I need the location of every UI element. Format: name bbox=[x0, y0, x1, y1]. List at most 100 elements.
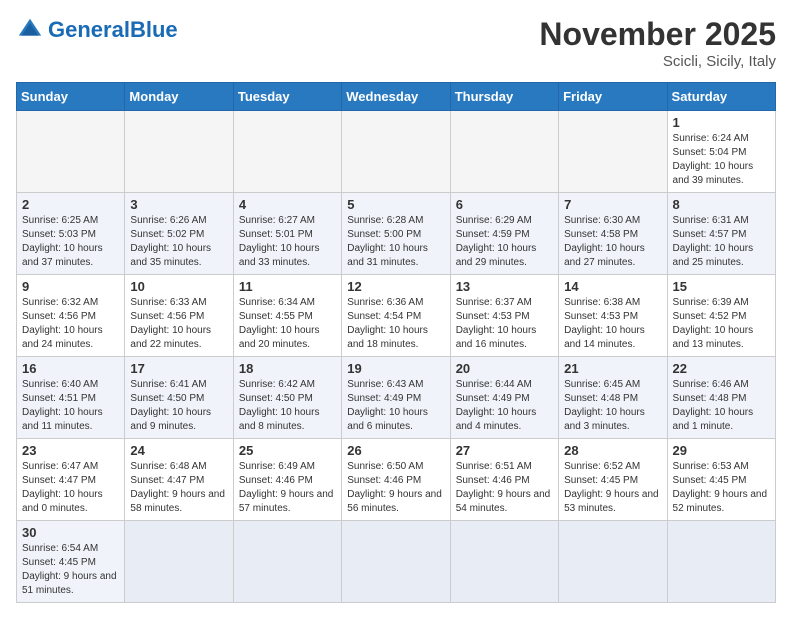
day-info: Sunrise: 6:33 AM Sunset: 4:56 PM Dayligh… bbox=[130, 296, 227, 352]
day-number: 23 bbox=[22, 443, 119, 458]
calendar-day-cell: 19Sunrise: 6:43 AM Sunset: 4:49 PM Dayli… bbox=[342, 357, 450, 439]
calendar-day-cell bbox=[342, 521, 450, 603]
day-number: 6 bbox=[456, 197, 553, 212]
logo-text: GeneralBlue bbox=[48, 19, 178, 41]
calendar-day-cell: 8 Sunrise: 6:31 AM Sunset: 4:57 PM Daylig… bbox=[667, 193, 775, 275]
calendar-week-row: 1 Sunrise: 6:24 AM Sunset: 5:04 PM Daylig… bbox=[17, 111, 776, 193]
day-info: Sunrise: 6:43 AM Sunset: 4:49 PM Dayligh… bbox=[347, 378, 444, 434]
day-info: Sunrise: 6:34 AM Sunset: 4:55 PM Dayligh… bbox=[239, 296, 336, 352]
calendar-day-cell: 12 Sunrise: 6:36 AM Sunset: 4:54 PM Dayli… bbox=[342, 275, 450, 357]
day-number: 15 bbox=[673, 279, 770, 294]
calendar-day-cell: 21Sunrise: 6:45 AM Sunset: 4:48 PM Dayli… bbox=[559, 357, 667, 439]
day-info: Sunrise: 6:53 AM Sunset: 4:45 PM Dayligh… bbox=[673, 460, 770, 516]
day-number: 13 bbox=[456, 279, 553, 294]
calendar-day-cell bbox=[233, 111, 341, 193]
day-number: 9 bbox=[22, 279, 119, 294]
calendar-day-cell bbox=[559, 111, 667, 193]
day-number: 8 bbox=[673, 197, 770, 212]
day-info: Sunrise: 6:37 AM Sunset: 4:53 PM Dayligh… bbox=[456, 296, 553, 352]
calendar-day-cell: 25Sunrise: 6:49 AM Sunset: 4:46 PM Dayli… bbox=[233, 439, 341, 521]
day-info: Sunrise: 6:26 AM Sunset: 5:02 PM Dayligh… bbox=[130, 214, 227, 270]
day-info: Sunrise: 6:31 AM Sunset: 4:57 PM Dayligh… bbox=[673, 214, 770, 270]
calendar-day-cell: 24Sunrise: 6:48 AM Sunset: 4:47 PM Dayli… bbox=[125, 439, 233, 521]
logo: GeneralBlue bbox=[16, 16, 178, 44]
calendar-week-row: 23Sunrise: 6:47 AM Sunset: 4:47 PM Dayli… bbox=[17, 439, 776, 521]
calendar-day-cell bbox=[450, 111, 558, 193]
day-number: 7 bbox=[564, 197, 661, 212]
day-info: Sunrise: 6:39 AM Sunset: 4:52 PM Dayligh… bbox=[673, 296, 770, 352]
day-info: Sunrise: 6:52 AM Sunset: 4:45 PM Dayligh… bbox=[564, 460, 661, 516]
day-number: 14 bbox=[564, 279, 661, 294]
calendar-day-cell: 28 Sunrise: 6:52 AM Sunset: 4:45 PM Dayli… bbox=[559, 439, 667, 521]
calendar-week-row: 9 Sunrise: 6:32 AM Sunset: 4:56 PM Daylig… bbox=[17, 275, 776, 357]
calendar-day-cell: 22 Sunrise: 6:46 AM Sunset: 4:48 PM Dayli… bbox=[667, 357, 775, 439]
day-info: Sunrise: 6:32 AM Sunset: 4:56 PM Dayligh… bbox=[22, 296, 119, 352]
day-info: Sunrise: 6:27 AM Sunset: 5:01 PM Dayligh… bbox=[239, 214, 336, 270]
day-number: 2 bbox=[22, 197, 119, 212]
calendar-day-cell bbox=[125, 111, 233, 193]
calendar-day-cell: 23Sunrise: 6:47 AM Sunset: 4:47 PM Dayli… bbox=[17, 439, 125, 521]
calendar-day-cell: 20 Sunrise: 6:44 AM Sunset: 4:49 PM Dayli… bbox=[450, 357, 558, 439]
day-info: Sunrise: 6:36 AM Sunset: 4:54 PM Dayligh… bbox=[347, 296, 444, 352]
calendar-day-cell bbox=[559, 521, 667, 603]
calendar-day-cell bbox=[342, 111, 450, 193]
day-number: 28 bbox=[564, 443, 661, 458]
day-info: Sunrise: 6:50 AM Sunset: 4:46 PM Dayligh… bbox=[347, 460, 444, 516]
calendar-day-cell: 26 Sunrise: 6:50 AM Sunset: 4:46 PM Dayli… bbox=[342, 439, 450, 521]
calendar-day-cell bbox=[667, 521, 775, 603]
day-info: Sunrise: 6:29 AM Sunset: 4:59 PM Dayligh… bbox=[456, 214, 553, 270]
day-number: 20 bbox=[456, 361, 553, 376]
calendar-week-row: 30Sunrise: 6:54 AM Sunset: 4:45 PM Dayli… bbox=[17, 521, 776, 603]
calendar-day-cell: 15 Sunrise: 6:39 AM Sunset: 4:52 PM Dayli… bbox=[667, 275, 775, 357]
logo-icon bbox=[16, 16, 44, 44]
calendar-day-cell: 18 Sunrise: 6:42 AM Sunset: 4:50 PM Dayli… bbox=[233, 357, 341, 439]
day-number: 30 bbox=[22, 525, 119, 540]
calendar-day-cell: 30Sunrise: 6:54 AM Sunset: 4:45 PM Dayli… bbox=[17, 521, 125, 603]
page-header: GeneralBlue November 2025 Scicli, Sicily… bbox=[16, 16, 776, 70]
calendar-day-cell: 9 Sunrise: 6:32 AM Sunset: 4:56 PM Daylig… bbox=[17, 275, 125, 357]
calendar-day-cell: 2 Sunrise: 6:25 AM Sunset: 5:03 PM Daylig… bbox=[17, 193, 125, 275]
calendar-day-cell: 14 Sunrise: 6:38 AM Sunset: 4:53 PM Dayli… bbox=[559, 275, 667, 357]
weekday-header: Sunday bbox=[17, 83, 125, 111]
day-info: Sunrise: 6:42 AM Sunset: 4:50 PM Dayligh… bbox=[239, 378, 336, 434]
day-number: 10 bbox=[130, 279, 227, 294]
calendar-day-cell: 3 Sunrise: 6:26 AM Sunset: 5:02 PM Daylig… bbox=[125, 193, 233, 275]
calendar-table: SundayMondayTuesdayWednesdayThursdayFrid… bbox=[16, 82, 776, 603]
day-number: 24 bbox=[130, 443, 227, 458]
day-number: 4 bbox=[239, 197, 336, 212]
day-info: Sunrise: 6:28 AM Sunset: 5:00 PM Dayligh… bbox=[347, 214, 444, 270]
day-number: 1 bbox=[673, 115, 770, 130]
day-info: Sunrise: 6:38 AM Sunset: 4:53 PM Dayligh… bbox=[564, 296, 661, 352]
day-info: Sunrise: 6:30 AM Sunset: 4:58 PM Dayligh… bbox=[564, 214, 661, 270]
day-number: 25 bbox=[239, 443, 336, 458]
day-number: 11 bbox=[239, 279, 336, 294]
day-number: 17 bbox=[130, 361, 227, 376]
day-number: 29 bbox=[673, 443, 770, 458]
calendar-day-cell: 6 Sunrise: 6:29 AM Sunset: 4:59 PM Daylig… bbox=[450, 193, 558, 275]
day-number: 27 bbox=[456, 443, 553, 458]
location: Scicli, Sicily, Italy bbox=[539, 53, 776, 70]
title-block: November 2025 Scicli, Sicily, Italy bbox=[539, 16, 776, 70]
day-info: Sunrise: 6:41 AM Sunset: 4:50 PM Dayligh… bbox=[130, 378, 227, 434]
day-number: 3 bbox=[130, 197, 227, 212]
day-number: 18 bbox=[239, 361, 336, 376]
calendar-day-cell bbox=[233, 521, 341, 603]
day-info: Sunrise: 6:46 AM Sunset: 4:48 PM Dayligh… bbox=[673, 378, 770, 434]
day-number: 12 bbox=[347, 279, 444, 294]
day-info: Sunrise: 6:24 AM Sunset: 5:04 PM Dayligh… bbox=[673, 132, 770, 188]
calendar-day-cell: 1 Sunrise: 6:24 AM Sunset: 5:04 PM Daylig… bbox=[667, 111, 775, 193]
day-number: 5 bbox=[347, 197, 444, 212]
day-info: Sunrise: 6:44 AM Sunset: 4:49 PM Dayligh… bbox=[456, 378, 553, 434]
weekday-header: Monday bbox=[125, 83, 233, 111]
day-info: Sunrise: 6:45 AM Sunset: 4:48 PM Dayligh… bbox=[564, 378, 661, 434]
day-number: 26 bbox=[347, 443, 444, 458]
weekday-header-row: SundayMondayTuesdayWednesdayThursdayFrid… bbox=[17, 83, 776, 111]
day-number: 22 bbox=[673, 361, 770, 376]
calendar-day-cell: 5 Sunrise: 6:28 AM Sunset: 5:00 PM Daylig… bbox=[342, 193, 450, 275]
weekday-header: Saturday bbox=[667, 83, 775, 111]
weekday-header: Thursday bbox=[450, 83, 558, 111]
calendar-day-cell bbox=[450, 521, 558, 603]
calendar-day-cell: 27Sunrise: 6:51 AM Sunset: 4:46 PM Dayli… bbox=[450, 439, 558, 521]
day-info: Sunrise: 6:25 AM Sunset: 5:03 PM Dayligh… bbox=[22, 214, 119, 270]
calendar-day-cell: 7 Sunrise: 6:30 AM Sunset: 4:58 PM Daylig… bbox=[559, 193, 667, 275]
